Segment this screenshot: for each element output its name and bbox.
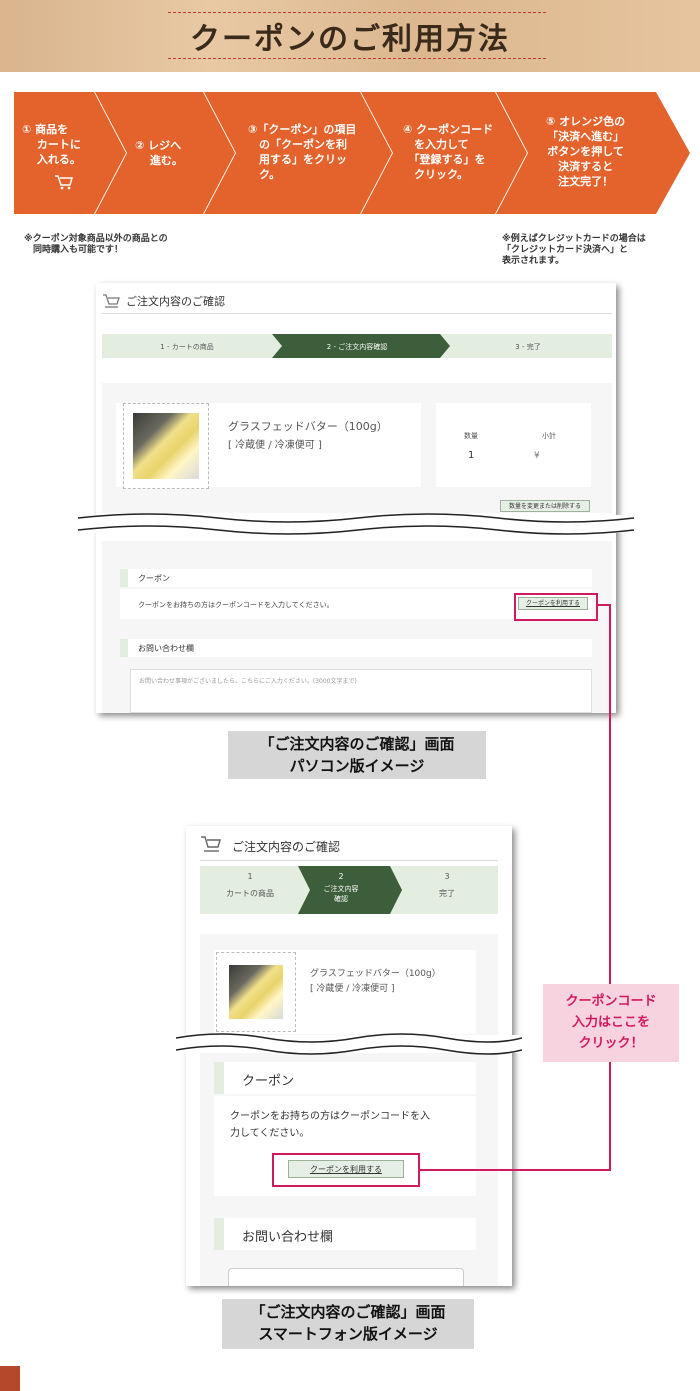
pc-coupon-highlight xyxy=(514,593,598,621)
pc-screenshot: ご注文内容のご確認 1 - カートの商品 2 - ご注文内容確認 3 - 完了 … xyxy=(96,283,616,713)
divider xyxy=(102,313,612,314)
pc-coupon-heading-bar xyxy=(120,569,592,587)
sp-inquiry-textarea[interactable] xyxy=(228,1268,464,1286)
sp-coupon-heading: クーポン xyxy=(242,1074,295,1089)
page-title: クーポンのご利用方法 xyxy=(190,22,510,57)
pc-inquiry-heading: お問い合わせ欄 xyxy=(138,644,194,653)
product-image-frame xyxy=(216,952,296,1032)
dotted-divider xyxy=(168,12,546,13)
pc-inquiry-textarea[interactable]: お問い合わせ事項がございましたら、こちらにご入力ください。(3000文字まで) xyxy=(130,669,592,713)
butter-image xyxy=(229,965,283,1019)
product-image-frame xyxy=(123,403,209,489)
butter-image xyxy=(133,413,199,479)
pc-coupon-heading: クーポン xyxy=(138,574,170,583)
dotted-divider xyxy=(168,58,546,59)
sp-step-3-num: 3 xyxy=(444,872,450,881)
corner-block xyxy=(0,1366,20,1391)
step-1-text: ① 商品を カートに 入れる。 xyxy=(22,123,81,166)
note-left: ※クーポン対象商品以外の商品との 同時購入も可能です！ xyxy=(24,234,168,255)
pc-qty-value: 1 xyxy=(468,450,475,461)
pc-caption: 「ご注文内容のご確認」画面 パソコン版イメージ xyxy=(228,731,486,779)
step-5: ⑤ オレンジ色の 「決済へ進む」 ボタンを押して 決済すると 注文完了！ xyxy=(496,92,690,214)
sp-step-2-label: ご注文内容 確認 xyxy=(323,885,359,903)
step-5-text: ⑤ オレンジ色の 「決済へ進む」 ボタンを押して 決済すると 注文完了！ xyxy=(546,115,626,188)
callout-box: クーポンコード 入力はここを クリック！ xyxy=(543,984,679,1062)
sp-product-shipping: [ 冷蔵便 / 冷凍便可 ] xyxy=(310,984,395,994)
sp-step-1-num: 1 xyxy=(247,872,253,881)
cart-icon xyxy=(201,836,221,852)
step-4-text: ④ クーポンコード を入力して 「登録する」を クリック。 xyxy=(403,123,494,181)
sp-inquiry-heading: お問い合わせ欄 xyxy=(242,1230,334,1245)
pc-coupon-text: クーポンをお持ちの方はクーポンコードを入力してください。 xyxy=(138,601,334,609)
step-2-text: ② レジへ 進む。 xyxy=(135,139,183,167)
pc-progress-step-1: 1 - カートの商品 xyxy=(160,343,214,351)
pc-progress-step-2: 2 - ご注文内容確認 xyxy=(326,343,388,351)
wave-cut xyxy=(176,1033,522,1055)
wave-cut xyxy=(78,513,634,535)
pc-product-shipping: [ 冷蔵便 / 冷凍便可 ] xyxy=(228,440,322,451)
pc-progress-step-3: 3 - 完了 xyxy=(515,343,541,351)
divider xyxy=(200,860,498,861)
sp-product-name: グラスフェッドバター（100g） xyxy=(310,969,441,979)
pc-subtotal-value: ¥ xyxy=(534,451,540,461)
pc-product-name: グラスフェッドバター（100g） xyxy=(228,420,388,433)
sp-caption: 「ご注文内容のご確認」画面 スマートフォン版イメージ xyxy=(222,1299,474,1349)
sp-page-title: ご注文内容のご確認 xyxy=(232,840,341,854)
cart-icon xyxy=(55,175,73,190)
note-right: ※例えばクレジットカードの場合は 「クレジットカード決済へ」と 表示されます。 xyxy=(502,234,646,266)
cart-icon xyxy=(103,294,120,308)
pc-subtotal-label: 小計 xyxy=(542,432,556,440)
sp-coupon-text: クーポンをお持ちの方はクーポンコードを入 力してください。 xyxy=(230,1111,430,1139)
header-banner: クーポンのご利用方法 xyxy=(0,0,700,72)
pc-qty-card xyxy=(436,403,591,487)
sp-step-3-label: 完了 xyxy=(439,889,455,898)
pc-page-title: ご注文内容のご確認 xyxy=(126,295,225,308)
sp-step-1-label: カートの商品 xyxy=(226,889,274,898)
step-3-text: ③「クーポン」の項目 の「クーポンを利 用する」をクリッ ク。 xyxy=(248,123,357,181)
pc-qty-label: 数量 xyxy=(464,432,478,440)
sp-step-2-num: 2 xyxy=(338,872,344,881)
sp-coupon-highlight xyxy=(272,1153,420,1187)
pc-change-qty-button[interactable]: 数量を変更または削除する xyxy=(500,500,590,512)
